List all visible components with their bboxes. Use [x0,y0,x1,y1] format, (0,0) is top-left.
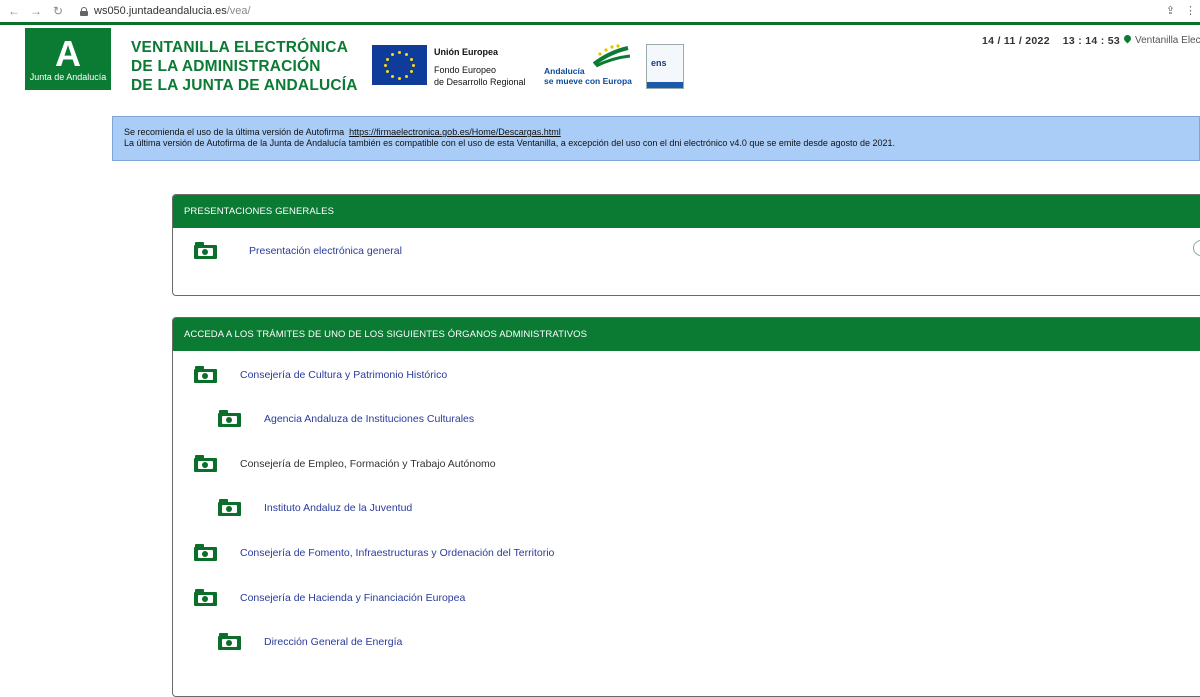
folder-icon[interactable] [194,589,217,606]
andalucia-line-2: se mueve con Europa [544,76,632,86]
site-title-line-1: VENTANILLA ELECTRÓNICA [131,39,349,56]
eu-line-2: de Desarrollo Regional [434,77,526,87]
list-item[interactable]: Presentación electrónica general [194,242,402,259]
eu-line-1: Fondo Europeo [434,65,497,75]
url-host: ws050.juntadeandalucia.es [94,5,227,17]
andalucia-line-1: Andalucía [544,66,585,76]
address-bar[interactable]: ws050.juntadeandalucia.es/vea/ [94,5,251,17]
folder-icon[interactable] [194,366,217,383]
organo-link[interactable]: Consejería de Cultura y Patrimonio Histó… [240,369,447,381]
list-item[interactable]: Consejería de Cultura y Patrimonio Histó… [194,366,447,383]
back-arrow-icon[interactable]: ← [6,4,22,18]
menu-icon[interactable]: ⋮ [1185,4,1196,17]
junta-andalucia-logo[interactable]: A Junta de Andalucía [25,28,111,90]
ens-label: ens [651,58,667,68]
eu-title: Unión Europea [434,47,499,57]
share-icon[interactable]: ⇪ [1166,4,1175,17]
reload-icon[interactable]: ↻ [50,4,66,18]
organo-link[interactable]: Instituto Andaluz de la Juventud [264,502,412,514]
organo-link[interactable]: Agencia Andaluza de Instituciones Cultur… [264,413,474,425]
folder-icon[interactable] [194,455,217,472]
list-item[interactable]: Agencia Andaluza de Instituciones Cultur… [218,410,474,427]
logo-letter: A [55,33,81,74]
list-item[interactable]: Instituto Andaluz de la Juventud [218,499,412,516]
notice-line-2: La última versión de Autofirma de la Jun… [124,138,895,148]
folder-icon[interactable] [218,499,241,516]
panel-organos-administrativos: ACCEDA A LOS TRÁMITES DE UNO DE LOS SIGU… [172,317,1200,697]
autofirma-download-link[interactable]: https://firmaelectronica.gob.es/Home/Des… [349,127,561,137]
folder-icon[interactable] [194,242,217,259]
eu-funding-text: Unión Europea Fondo Europeo de Desarroll… [434,46,526,88]
panel-presentaciones-generales: PRESENTACIONES GENERALES Presentación el… [172,194,1200,296]
current-datetime: 14 / 11 / 2022 13 : 14 : 53 [982,35,1120,47]
organo-link[interactable]: Consejería de Hacienda y Financiación Eu… [240,592,465,604]
andalucia-europa-logo: Andalucía se mueve con Europa [544,44,634,88]
url-path: /vea/ [226,5,251,17]
organo-link[interactable]: Consejería de Empleo, Formación y Trabaj… [240,458,496,470]
site-title: VENTANILLA ELECTRÓNICA DE LA ADMINISTRAC… [131,38,358,95]
organo-link[interactable]: Consejería de Fomento, Infraestructuras … [240,547,554,559]
andalucia-swoosh-icon [592,44,631,68]
lock-icon[interactable] [80,6,88,16]
autofirma-notice: Se recomienda el uso de la última versió… [112,116,1200,161]
panel-title: ACCEDA A LOS TRÁMITES DE UNO DE LOS SIGU… [173,318,1200,351]
panel-title: PRESENTACIONES GENERALES [173,195,1200,228]
site-title-line-2: DE LA ADMINISTRACIÓN [131,58,321,75]
header-top-rule [0,22,1200,25]
organo-link[interactable]: Dirección General de Energía [264,636,402,648]
presentacion-general-link[interactable]: Presentación electrónica general [249,245,402,257]
notice-line-1: Se recomienda el uso de la última versió… [124,127,345,137]
eu-flag-icon [372,45,427,85]
current-date: 14 / 11 / 2022 [982,35,1050,47]
list-item[interactable]: Dirección General de Energía [218,633,402,650]
folder-icon[interactable] [218,410,241,427]
forward-arrow-icon[interactable]: → [28,4,44,18]
logo-text: Junta de Andalucía [29,72,107,82]
list-item[interactable]: Consejería de Fomento, Infraestructuras … [194,544,554,561]
site-title-line-3: DE LA JUNTA DE ANDALUCÍA [131,77,358,94]
list-item[interactable]: Consejería de Empleo, Formación y Trabaj… [194,455,496,472]
browser-toolbar: ← → ↻ ws050.juntadeandalucia.es/vea/ ⇪ ⋮ [0,0,1200,23]
location-indicator[interactable]: Ventanilla Elec [1122,33,1200,46]
location-pin-icon [1122,33,1133,44]
ens-badge: ens [646,44,684,89]
folder-icon[interactable] [194,544,217,561]
list-item[interactable]: Consejería de Hacienda y Financiación Eu… [194,589,465,606]
folder-icon[interactable] [218,633,241,650]
location-text: Ventanilla Elec [1135,35,1200,46]
current-time: 13 : 14 : 53 [1062,35,1121,47]
